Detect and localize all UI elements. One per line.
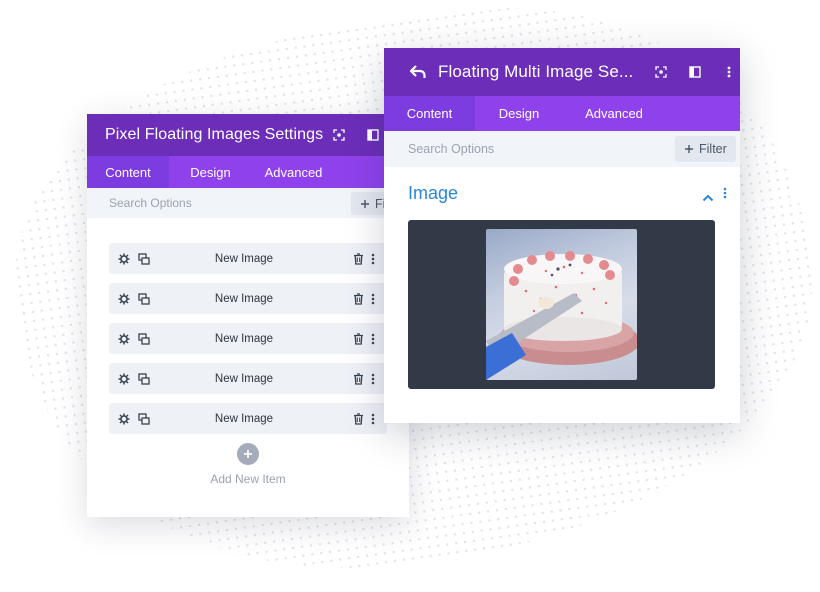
plus-icon xyxy=(361,199,369,208)
duplicate-icon[interactable] xyxy=(138,243,150,274)
duplicate-icon[interactable] xyxy=(138,283,150,314)
list-item[interactable]: New Image xyxy=(109,243,387,274)
add-new-item-button[interactable]: Add New Item xyxy=(87,443,409,486)
panel-tabs: Content Design Advanced xyxy=(87,156,409,188)
panel-title: Pixel Floating Images Settings xyxy=(105,126,324,143)
tab-content[interactable]: Content xyxy=(384,96,475,131)
more-icon[interactable] xyxy=(723,186,727,204)
trash-icon[interactable] xyxy=(353,363,364,394)
more-icon[interactable] xyxy=(712,48,740,96)
trash-icon[interactable] xyxy=(353,243,364,274)
more-icon[interactable] xyxy=(371,323,375,354)
panel-title: Floating Multi Image Se... xyxy=(438,62,634,81)
image-items-list: New Image New Image New Image New Image xyxy=(87,218,409,434)
back-arrow-icon[interactable] xyxy=(410,65,426,79)
filter-button[interactable]: Filter xyxy=(675,136,736,162)
more-icon[interactable] xyxy=(371,243,375,274)
search-placeholder: Search Options xyxy=(109,196,192,210)
trash-icon[interactable] xyxy=(353,323,364,354)
chevron-up-icon[interactable] xyxy=(702,189,714,207)
pixel-floating-images-settings-panel: Pixel Floating Images Settings Content D… xyxy=(87,114,409,517)
header-icons xyxy=(644,48,740,96)
plus-icon xyxy=(685,145,693,153)
add-new-item-label: Add New Item xyxy=(210,472,286,486)
trash-icon[interactable] xyxy=(353,403,364,434)
header-icons xyxy=(322,114,390,156)
item-label: New Image xyxy=(214,372,274,385)
gear-icon[interactable] xyxy=(118,323,130,354)
list-item[interactable]: New Image xyxy=(109,283,387,314)
focus-icon[interactable] xyxy=(322,114,356,156)
trash-icon[interactable] xyxy=(353,283,364,314)
panel-header: Floating Multi Image Se... xyxy=(384,48,740,96)
gear-icon[interactable] xyxy=(118,363,130,394)
sidebar-icon[interactable] xyxy=(678,48,712,96)
item-label: New Image xyxy=(214,332,274,345)
tab-content[interactable]: Content xyxy=(87,156,169,188)
list-item[interactable]: New Image xyxy=(109,363,387,394)
cake-image-preview xyxy=(486,229,637,380)
list-item[interactable]: New Image xyxy=(109,323,387,354)
item-label: New Image xyxy=(214,292,274,305)
tab-advanced[interactable]: Advanced xyxy=(252,156,335,188)
more-icon[interactable] xyxy=(371,403,375,434)
cake-image xyxy=(486,251,637,380)
more-icon[interactable] xyxy=(371,283,375,314)
focus-icon[interactable] xyxy=(644,48,678,96)
item-label: New Image xyxy=(214,252,274,265)
duplicate-icon[interactable] xyxy=(138,323,150,354)
floating-multi-image-settings-panel: Floating Multi Image Se... Content Desig… xyxy=(384,48,740,423)
section-title: Image xyxy=(408,183,459,203)
panel-header: Pixel Floating Images Settings xyxy=(87,114,409,156)
plus-icon[interactable] xyxy=(237,443,259,465)
image-section-header[interactable]: Image xyxy=(384,167,740,220)
gear-icon[interactable] xyxy=(118,283,130,314)
duplicate-icon[interactable] xyxy=(138,363,150,394)
more-icon[interactable] xyxy=(371,363,375,394)
search-placeholder: Search Options xyxy=(408,142,495,156)
item-label: New Image xyxy=(214,412,274,425)
gear-icon[interactable] xyxy=(118,403,130,434)
list-item[interactable]: New Image xyxy=(109,403,387,434)
tab-design[interactable]: Design xyxy=(169,156,252,188)
filter-label: Filter xyxy=(699,142,727,156)
duplicate-icon[interactable] xyxy=(138,403,150,434)
panel-tabs: Content Design Advanced xyxy=(384,96,740,131)
tab-design[interactable]: Design xyxy=(475,96,563,131)
image-upload-field[interactable] xyxy=(408,220,715,389)
tab-advanced[interactable]: Advanced xyxy=(563,96,665,131)
search-options-input[interactable]: Search Options Fil xyxy=(87,188,409,218)
search-options-input[interactable]: Search Options Filter xyxy=(384,131,740,167)
gear-icon[interactable] xyxy=(118,243,130,274)
